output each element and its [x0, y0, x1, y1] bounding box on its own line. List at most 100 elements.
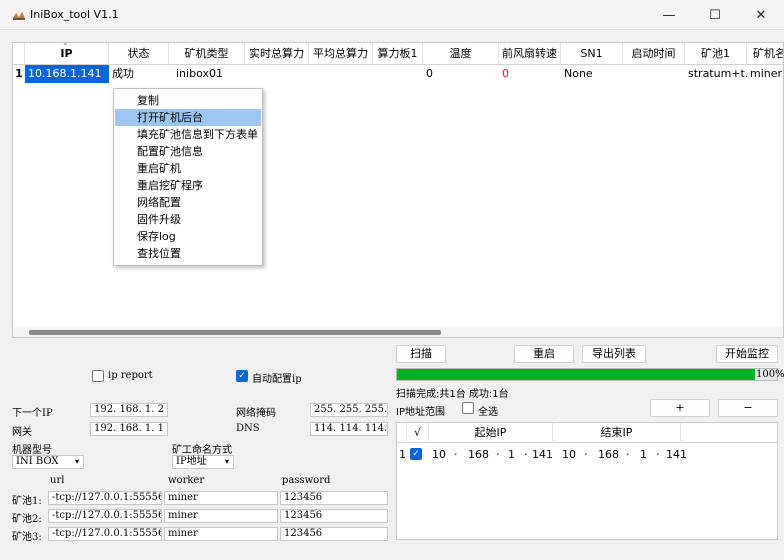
- cell-realtime-hashrate[interactable]: [245, 65, 309, 83]
- gateway-input[interactable]: 192. 168. 1. 1: [90, 422, 168, 436]
- miner-naming-value: IP地址: [176, 456, 207, 467]
- scan-status-text: 扫描完成:共1台 成功:1台: [396, 389, 509, 400]
- menu-item-restart-miner[interactable]: 重启矿机: [115, 160, 261, 177]
- menu-item-save-log[interactable]: 保存log: [115, 228, 261, 245]
- window-title: IniBox_tool V1.1: [30, 8, 119, 21]
- pool3-label: 矿池3:: [12, 532, 42, 543]
- select-all-checkbox[interactable]: [462, 402, 474, 414]
- pool3-worker-input[interactable]: miner: [164, 527, 278, 541]
- row-header-corner: [13, 43, 25, 65]
- pool-url-header: url: [50, 475, 65, 486]
- machine-model-select[interactable]: INI BOX ▾: [12, 455, 84, 469]
- pool2-password-input[interactable]: 123456: [280, 509, 388, 523]
- start-ip-field[interactable]: 10 · 168 · 1 · 141: [432, 447, 554, 463]
- start-ip-octet4[interactable]: 141: [532, 448, 553, 461]
- cell-average-hashrate[interactable]: [309, 65, 373, 83]
- cell-board1[interactable]: [373, 65, 423, 83]
- end-ip-field[interactable]: 10 · 168 · 1 · 141: [562, 447, 687, 463]
- pool3-url-input[interactable]: -tcp://127.0.0.1:55556: [48, 527, 162, 541]
- pool1-url-input[interactable]: -tcp://127.0.0.1:55556: [48, 491, 162, 505]
- cell-type[interactable]: inibox01: [173, 65, 245, 83]
- export-list-button[interactable]: 导出列表: [582, 345, 646, 363]
- cell-ip[interactable]: 10.168.1.141: [25, 65, 109, 83]
- remove-range-button[interactable]: −: [718, 399, 778, 417]
- scan-progress-fill: [397, 369, 755, 380]
- ip-separator: ·: [524, 448, 528, 461]
- column-header-average-hashrate[interactable]: 平均总算力: [309, 43, 373, 65]
- cell-temperature[interactable]: 0: [423, 65, 499, 83]
- range-column-header-start-ip[interactable]: 起始IP: [429, 423, 553, 443]
- horizontal-scrollbar-thumb[interactable]: [29, 330, 441, 335]
- pool3-password-input[interactable]: 123456: [280, 527, 388, 541]
- end-ip-octet2[interactable]: 168: [598, 448, 619, 461]
- miner-table-header: ⌃ IP 状态 矿机类型 实时总算力 平均总算力 算力板1 温度 前风扇转速 SN…: [13, 43, 783, 65]
- scan-progress-percent: 100%: [756, 369, 784, 380]
- end-ip-octet1[interactable]: 10: [562, 448, 576, 461]
- minimize-button[interactable]: —: [646, 0, 692, 30]
- column-header-ip[interactable]: ⌃ IP: [25, 43, 109, 65]
- start-ip-octet2[interactable]: 168: [468, 448, 489, 461]
- start-monitor-button[interactable]: 开始监控: [716, 345, 778, 363]
- subnet-mask-input[interactable]: 255. 255. 255. 0: [310, 403, 388, 417]
- miner-naming-select[interactable]: IP地址 ▾: [172, 455, 234, 469]
- auto-config-ip-checkbox[interactable]: ✓: [236, 370, 248, 382]
- column-header-miner-name[interactable]: 矿机名: [747, 43, 783, 65]
- machine-model-label: 机器型号: [12, 445, 52, 456]
- ip-separator: ·: [454, 448, 458, 461]
- menu-item-network-config[interactable]: 网络配置: [115, 194, 261, 211]
- cell-start-time[interactable]: [623, 65, 685, 83]
- range-row-number[interactable]: 1: [399, 448, 406, 461]
- cell-miner-name[interactable]: miner: [747, 65, 783, 83]
- pool2-label: 矿池2:: [12, 514, 42, 525]
- dns-label: DNS: [236, 423, 260, 434]
- pool2-url-input[interactable]: -tcp://127.0.0.1:55556: [48, 509, 162, 523]
- column-header-realtime-hashrate[interactable]: 实时总算力: [245, 43, 309, 65]
- pool2-worker-input[interactable]: miner: [164, 509, 278, 523]
- column-header-start-time[interactable]: 启动时间: [623, 43, 685, 65]
- cell-sn1[interactable]: None: [561, 65, 623, 83]
- column-header-status[interactable]: 状态: [109, 43, 169, 65]
- menu-item-configure-pool[interactable]: 配置矿池信息: [115, 143, 261, 160]
- start-ip-octet3[interactable]: 1: [508, 448, 515, 461]
- menu-item-restart-mining-program[interactable]: 重启挖矿程序: [115, 177, 261, 194]
- column-header-type[interactable]: 矿机类型: [169, 43, 245, 65]
- menu-item-copy[interactable]: 复制: [115, 92, 261, 109]
- dns-input[interactable]: 114. 114. 114. 114: [310, 422, 388, 436]
- next-ip-input[interactable]: 192. 168. 1. 2: [90, 403, 168, 417]
- row-number[interactable]: 1: [13, 65, 25, 83]
- menu-item-fill-pool-info[interactable]: 填充矿池信息到下方表单: [115, 126, 261, 143]
- restart-button[interactable]: 重启: [514, 345, 574, 363]
- cell-status[interactable]: 成功: [109, 65, 169, 83]
- auto-config-ip-label: 自动配置ip: [252, 374, 302, 385]
- cell-pool1[interactable]: stratum+t...: [685, 65, 747, 83]
- title-bar: IniBox_tool V1.1 — ☐ ✕: [0, 0, 784, 30]
- range-column-header-end-ip[interactable]: 结束IP: [553, 423, 681, 443]
- menu-item-firmware-upgrade[interactable]: 固件升级: [115, 211, 261, 228]
- column-header-board1[interactable]: 算力板1: [373, 43, 423, 65]
- column-header-pool1[interactable]: 矿池1: [685, 43, 747, 65]
- menu-item-find-location[interactable]: 查找位置: [115, 245, 261, 262]
- column-header-temperature[interactable]: 温度: [423, 43, 499, 65]
- column-header-sn1[interactable]: SN1: [561, 43, 623, 65]
- ip-separator: ·: [496, 448, 500, 461]
- end-ip-octet4[interactable]: 141: [666, 448, 687, 461]
- pool1-worker-input[interactable]: miner: [164, 491, 278, 505]
- ip-range-table-header: √ 起始IP 结束IP: [397, 423, 777, 443]
- menu-item-open-miner-backend[interactable]: 打开矿机后台: [115, 109, 261, 126]
- maximize-button[interactable]: ☐: [692, 0, 738, 30]
- add-range-button[interactable]: +: [650, 399, 710, 417]
- end-ip-octet3[interactable]: 1: [640, 448, 647, 461]
- cell-fan-speed[interactable]: 0: [499, 65, 561, 83]
- column-header-fan-speed[interactable]: 前风扇转速: [499, 43, 561, 65]
- ip-report-checkbox[interactable]: [92, 370, 104, 382]
- start-ip-octet1[interactable]: 10: [432, 448, 446, 461]
- range-row-checkbox[interactable]: ✓: [410, 448, 422, 460]
- miner-naming-label: 矿工命名方式: [172, 445, 232, 456]
- ip-report-label: ip report: [108, 370, 153, 381]
- close-button[interactable]: ✕: [738, 0, 784, 30]
- scan-button[interactable]: 扫描: [396, 345, 446, 363]
- app-logo-icon: [13, 12, 25, 20]
- pool1-password-input[interactable]: 123456: [280, 491, 388, 505]
- sort-asc-icon: ⌃: [62, 43, 69, 51]
- range-column-header-check[interactable]: √: [407, 423, 429, 443]
